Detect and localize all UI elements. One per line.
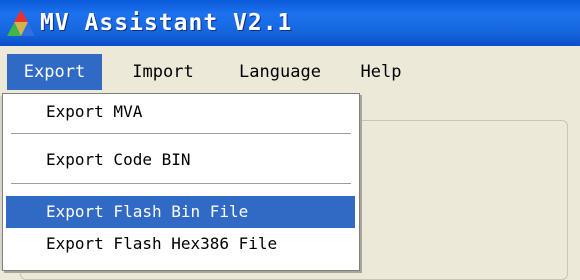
app-triangle-icon xyxy=(7,10,35,36)
menu-separator xyxy=(11,133,351,134)
menu-import[interactable]: Import xyxy=(118,54,208,90)
menu-item-export-code-bin[interactable]: Export Code BIN xyxy=(6,144,355,176)
menu-item-export-flash-bin[interactable]: Export Flash Bin File xyxy=(6,196,355,228)
menu-item-export-flash-hex386[interactable]: Export Flash Hex386 File xyxy=(6,228,355,260)
menu-help[interactable]: Help xyxy=(350,54,412,90)
menu-language[interactable]: Language xyxy=(220,54,340,90)
title-bar[interactable]: MV Assistant V2.1 xyxy=(0,0,580,46)
menu-separator xyxy=(11,183,351,184)
menu-bar: Export Import Language Help xyxy=(0,46,580,96)
menu-item-export-mva[interactable]: Export MVA xyxy=(6,96,355,128)
window-title: MV Assistant V2.1 xyxy=(40,10,293,36)
export-dropdown-menu: Export MVA Export Code BIN Export Flash … xyxy=(2,93,360,271)
menu-export[interactable]: Export xyxy=(7,54,102,90)
